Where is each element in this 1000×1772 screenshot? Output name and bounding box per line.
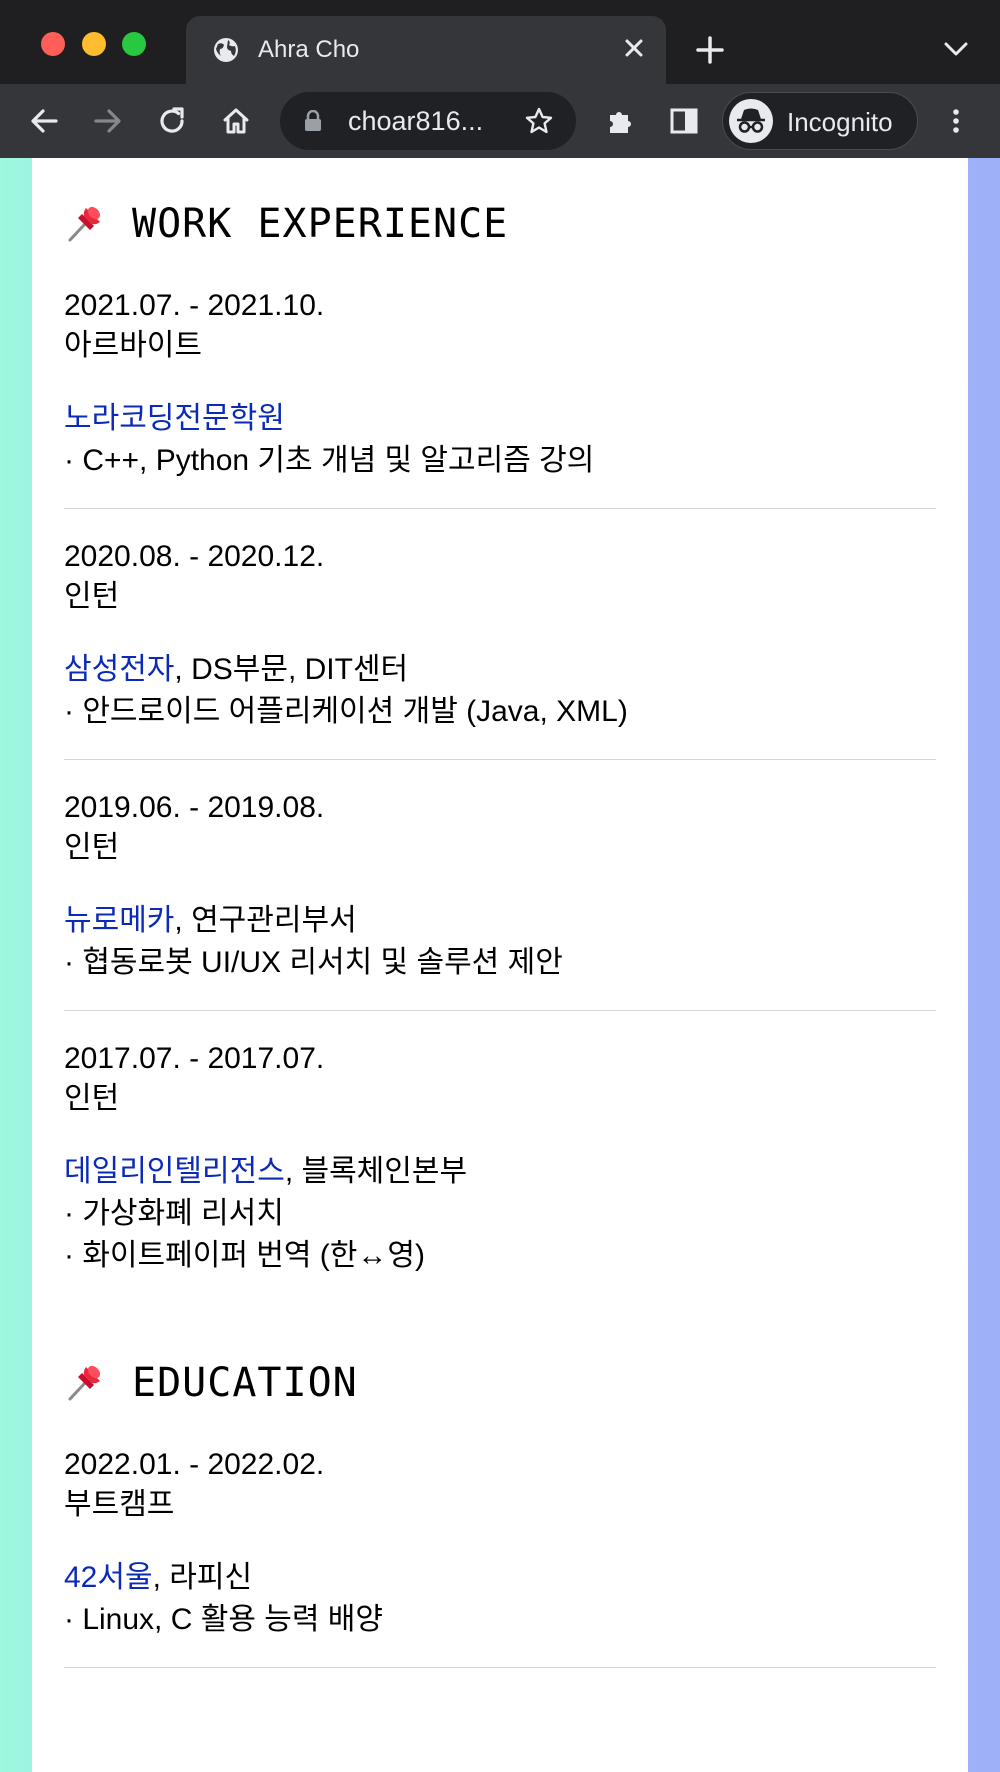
zoom-window-button[interactable] [122,32,146,56]
sidepanel-icon[interactable] [668,105,700,137]
org-detail: , DS부문, DIT센터 [174,653,409,686]
active-tab[interactable]: Ahra Cho [186,16,666,84]
resume-content: WORK EXPERIENCE 2021.07. - 2021.10. 아르바이… [64,158,936,1668]
entry-role: 아르바이트 [64,329,202,362]
resume-card: WORK EXPERIENCE 2021.07. - 2021.10. 아르바이… [32,158,968,1772]
toolbar: choar816... Incognito [0,84,1000,159]
entry-org: 노라코딩전문학원 [64,398,936,440]
pushpin-icon [68,1365,101,1401]
work-entry: 2017.07. - 2017.07. 인턴 데일리인텔리전스, 블록체인본부 … [64,1039,936,1277]
divider [64,508,936,509]
pushpin-icon [68,206,101,242]
close-window-button[interactable] [41,32,65,56]
url-text[interactable]: choar816... [348,106,483,137]
page-viewport[interactable]: WORK EXPERIENCE 2021.07. - 2021.10. 아르바이… [0,158,1000,1772]
entry-bullet: · Linux, C 활용 능력 배양 [64,1603,383,1636]
org-detail: , 라피신 [152,1561,253,1594]
entry-org: 뉴로메카, 연구관리부서 [64,900,936,942]
work-entry: 2021.07. - 2021.10. 아르바이트 노라코딩전문학원 · C++… [64,286,936,482]
divider [64,759,936,760]
kebab-menu-icon[interactable] [940,105,972,137]
divider [64,1667,936,1668]
work-entry: 2019.06. - 2019.08. 인턴 뉴로메카, 연구관리부서 · 협동… [64,788,936,984]
entry-org: 데일리인텔리전스, 블록체인본부 [64,1151,936,1193]
globe-icon [214,38,238,62]
entry-role: 인턴 [64,1082,120,1115]
org-detail: , 블록체인본부 [284,1155,468,1188]
close-icon[interactable] [620,34,648,62]
entry-bullet: · 안드로이드 어플리케이션 개발 (Java, XML) [64,695,628,728]
home-icon[interactable] [220,105,252,137]
plus-icon[interactable] [694,34,726,66]
education-section-title: EDUCATION [132,1360,358,1406]
puzzle-icon[interactable] [604,105,636,137]
entry-role: 부트캠프 [64,1488,175,1521]
tab-title: Ahra Cho [258,36,360,63]
entry-period: 2017.07. - 2017.07. [64,1042,325,1075]
entry-bullet: · C++, Python 기초 개념 및 알고리즘 강의 [64,444,595,477]
entry-bullet: · 가상화폐 리서치 [64,1197,284,1230]
chevron-down-icon[interactable] [942,38,970,60]
education-section-header: EDUCATION [64,1359,936,1407]
browser-window: Ahra Cho choar816... Incognito WORK EXPE… [0,0,1000,1772]
work-section-title: WORK EXPERIENCE [132,201,509,247]
org-detail: , 연구관리부서 [174,904,357,937]
forward-icon[interactable] [92,105,124,137]
school-link[interactable]: 42서울 [64,1561,153,1594]
star-icon[interactable] [524,106,554,136]
work-section-header: WORK EXPERIENCE [64,200,936,248]
incognito-chip[interactable]: Incognito [722,92,918,150]
company-link[interactable]: 뉴로메카 [64,904,174,937]
entry-period: 2020.08. - 2020.12. [64,540,325,573]
education-entry: 2022.01. - 2022.02. 부트캠프 42서울, 라피신 · Lin… [64,1445,936,1641]
entry-period: 2019.06. - 2019.08. [64,791,325,824]
entry-role: 인턴 [64,580,120,613]
entry-org: 42서울, 라피신 [64,1557,936,1599]
work-entry: 2020.08. - 2020.12. 인턴 삼성전자, DS부문, DIT센터… [64,537,936,733]
company-link[interactable]: 데일리인텔리전스 [64,1155,285,1188]
company-link[interactable]: 노라코딩전문학원 [64,402,285,435]
tab-strip: Ahra Cho [0,0,1000,84]
minimize-window-button[interactable] [82,32,106,56]
company-link[interactable]: 삼성전자 [64,653,174,686]
entry-bullet: · 화이트페이퍼 번역 (한↔영) [64,1239,425,1272]
divider [64,1010,936,1011]
address-bar[interactable]: choar816... [280,92,576,150]
reload-icon[interactable] [156,105,188,137]
incognito-label: Incognito [787,107,893,137]
entry-org: 삼성전자, DS부문, DIT센터 [64,649,936,691]
incognito-icon [729,99,773,143]
lock-icon[interactable] [304,110,322,132]
entry-role: 인턴 [64,831,120,864]
entry-period: 2021.07. - 2021.10. [64,289,325,322]
entry-bullet: · 협동로봇 UI/UX 리서치 및 솔루션 제안 [64,946,563,979]
entry-period: 2022.01. - 2022.02. [64,1448,325,1481]
back-icon[interactable] [28,105,60,137]
